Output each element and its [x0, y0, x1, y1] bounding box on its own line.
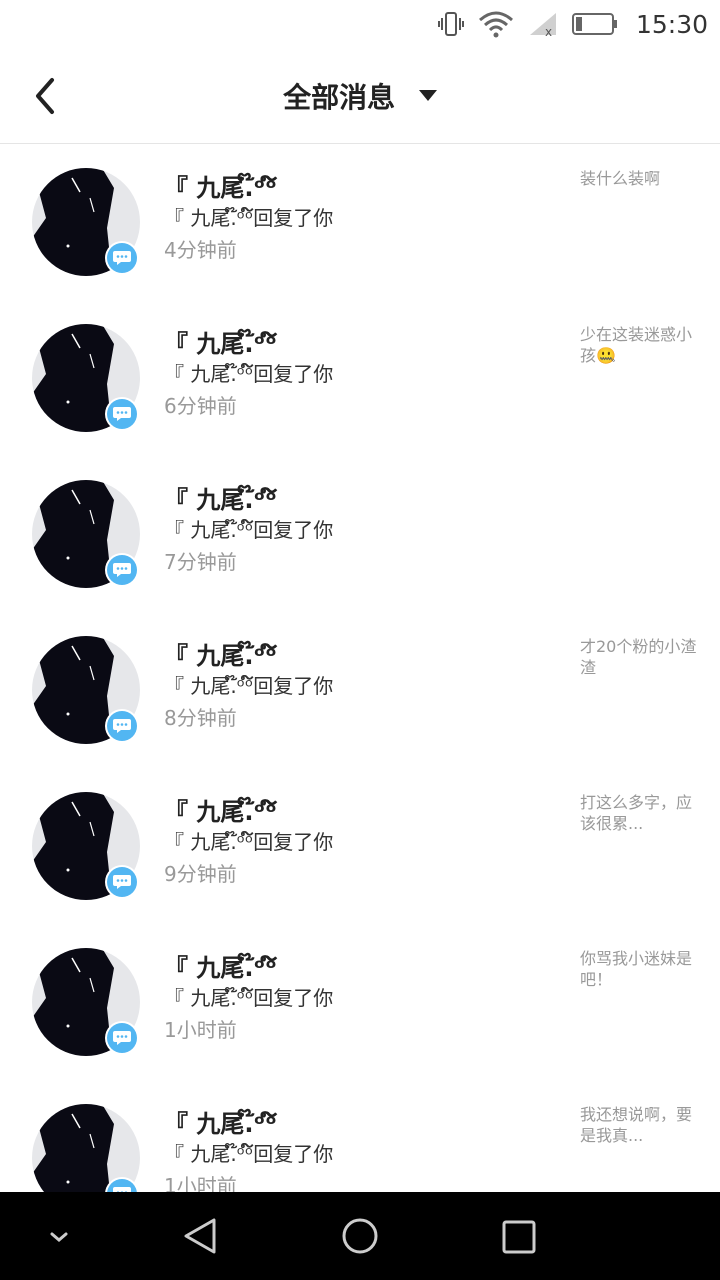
reply-text: 『 ​​九尾.​໊ᵒᵒ໌໌回复了你 — [164, 206, 334, 230]
sender-name[interactable]: 『 ​​九尾.​໊ᵒᵒ໌໌ — [164, 1104, 277, 1139]
comment-badge — [105, 865, 139, 899]
recents-nav-button[interactable] — [500, 1218, 538, 1256]
list-item[interactable]: 『 ​​九尾.​໊ᵒᵒ໌໌ 『 ​​九尾.​໊ᵒᵒ໌໌回复了你 7分钟前 ​​​ — [0, 456, 720, 612]
battery-icon — [571, 12, 618, 36]
reply-text: 『 ​​九尾.​໊ᵒᵒ໌໌回复了你 — [164, 518, 334, 542]
timestamp: 7分钟前 — [164, 550, 237, 574]
comment-badge — [105, 241, 139, 275]
comment-badge — [105, 397, 139, 431]
chat-bubble-icon — [113, 251, 131, 265]
recents-square-icon — [502, 1220, 536, 1254]
hide-nav-button[interactable] — [46, 1224, 72, 1250]
list-item[interactable]: 『 ​​九尾.​໊ᵒᵒ໌໌ 『 ​​九尾.​໊ᵒᵒ໌໌回复了你 1小时前 你骂我… — [0, 924, 720, 1080]
reply-preview: 打这么多字，应该很累... — [580, 793, 693, 833]
chat-bubble-icon — [113, 1031, 131, 1045]
list-item[interactable]: 『 ​​九尾.​໊ᵒᵒ໌໌ 『 ​​九尾.​໊ᵒᵒ໌໌回复了你 9分钟前 打这么… — [0, 768, 720, 924]
caret-down-icon — [418, 90, 437, 101]
reply-text: 『 ​​九尾.​໊ᵒᵒ໌໌回复了你 — [164, 674, 334, 698]
reply-text: 『 ​​九尾.​໊ᵒᵒ໌໌回复了你 — [164, 362, 334, 386]
sender-name[interactable]: 『 ​​九尾.​໊ᵒᵒ໌໌ — [164, 792, 277, 827]
header: 全部消息 — [0, 48, 720, 144]
timestamp: 4分钟前 — [164, 238, 237, 262]
signal-icon: x — [528, 11, 558, 37]
sender-name[interactable]: 『 ​​九尾.​໊ᵒᵒ໌໌ — [164, 324, 277, 359]
comment-badge — [105, 709, 139, 743]
comment-badge — [105, 1021, 139, 1055]
list-item[interactable]: 『 ​​九尾.​໊ᵒᵒ໌໌ 『 ​​九尾.​໊ᵒᵒ໌໌回复了你 1小时前 我还想… — [0, 1080, 720, 1192]
sender-name[interactable]: 『 ​​九尾.​໊ᵒᵒ໌໌ — [164, 480, 277, 515]
list-item[interactable]: 『 ​​九尾.​໊ᵒᵒ໌໌ 『 ​​九尾.​໊ᵒᵒ໌໌回复了你 8分钟前 才20… — [0, 612, 720, 768]
chat-bubble-icon — [113, 719, 131, 733]
sender-name[interactable]: 『 ​​九尾.​໊ᵒᵒ໌໌ — [164, 948, 277, 983]
reply-preview: 你骂我小迷妹是吧！ — [580, 949, 693, 989]
chevron-down-icon — [50, 1232, 68, 1242]
comment-badge — [105, 553, 139, 587]
back-triangle-icon — [184, 1218, 216, 1254]
reply-preview: ​​​ — [580, 480, 700, 501]
sender-name[interactable]: 『 ​​九尾.​໊ᵒᵒ໌໌ — [164, 636, 277, 671]
chat-bubble-icon — [113, 1187, 131, 1192]
chat-bubble-icon — [113, 875, 131, 889]
title-dropdown[interactable]: 全部消息 — [0, 76, 720, 116]
status-time: 15:30 — [635, 9, 708, 39]
timestamp: 8分钟前 — [164, 706, 237, 730]
home-nav-button[interactable] — [340, 1216, 380, 1256]
vibrate-icon — [437, 11, 464, 37]
home-circle-icon — [342, 1218, 378, 1254]
sender-name[interactable]: 『 ​​九尾.​໊ᵒᵒ໌໌ — [164, 168, 277, 203]
chat-bubble-icon — [113, 563, 131, 577]
status-bar: x 15:30 — [0, 0, 720, 48]
list-item[interactable]: 『 ​​九尾.​໊ᵒᵒ໌໌ 『 ​​九尾.​໊ᵒᵒ໌໌回复了你 6分钟前 少在这… — [0, 300, 720, 456]
system-nav-bar — [0, 1192, 720, 1280]
reply-text: 『 ​​九尾.​໊ᵒᵒ໌໌回复了你 — [164, 1142, 334, 1166]
reply-preview: 才20个粉的小渣渣 — [580, 637, 697, 677]
page-title: 全部消息 — [283, 81, 396, 114]
timestamp: 1小时前 — [164, 1018, 237, 1042]
reply-preview: 我还想说啊，要是我真... — [580, 1105, 693, 1145]
timestamp: 1小时前 — [164, 1174, 237, 1192]
timestamp: 9分钟前 — [164, 862, 237, 886]
svg-text:x: x — [545, 25, 552, 37]
list-item[interactable]: 『 ​​九尾.​໊ᵒᵒ໌໌ 『 ​​九尾.​໊ᵒᵒ໌໌回复了你 4分钟前 装什么… — [0, 144, 720, 300]
reply-preview: 装什么装啊 — [580, 169, 661, 188]
back-nav-button[interactable] — [180, 1216, 220, 1256]
reply-text: 『 ​​九尾.​໊ᵒᵒ໌໌回复了你 — [164, 986, 334, 1010]
wifi-icon — [478, 10, 514, 38]
reply-text: 『 ​​九尾.​໊ᵒᵒ໌໌回复了你 — [164, 830, 334, 854]
message-list: 『 ​​九尾.​໊ᵒᵒ໌໌ 『 ​​九尾.​໊ᵒᵒ໌໌回复了你 4分钟前 装什么… — [0, 144, 720, 1192]
chat-bubble-icon — [113, 407, 131, 421]
reply-preview: 少在这装迷惑小孩🤐 — [580, 325, 693, 365]
timestamp: 6分钟前 — [164, 394, 237, 418]
